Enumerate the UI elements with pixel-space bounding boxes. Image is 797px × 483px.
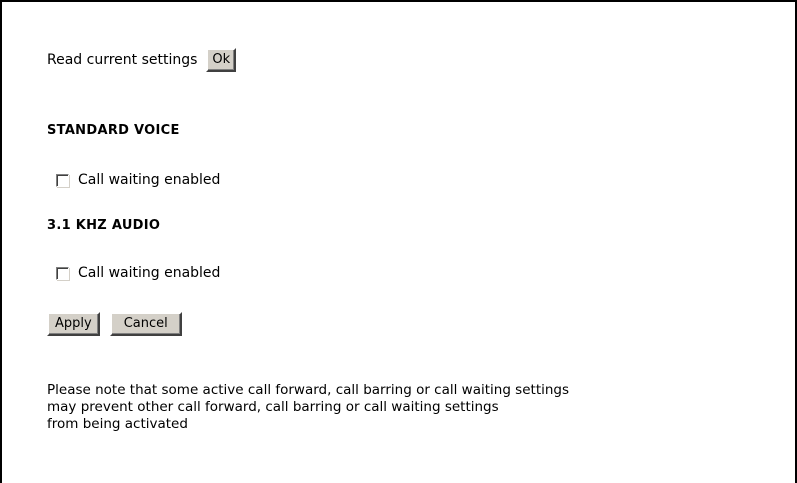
read-settings-row: Read current settings Ok <box>47 48 237 72</box>
standard-voice-call-waiting-row: Call waiting enabled <box>47 172 220 188</box>
apply-button[interactable]: Apply <box>47 312 100 336</box>
cancel-button[interactable]: Cancel <box>109 312 182 336</box>
ok-button[interactable]: Ok <box>206 48 237 72</box>
note-line: from being activated <box>47 416 188 432</box>
settings-note: Please note that some active call forwar… <box>47 382 787 433</box>
read-settings-label: Read current settings <box>47 52 198 68</box>
khz-audio-call-waiting-row: Call waiting enabled <box>47 265 220 281</box>
standard-voice-call-waiting-label: Call waiting enabled <box>78 172 221 188</box>
standard-voice-call-waiting-checkbox[interactable] <box>56 173 69 187</box>
settings-panel: Read current settings Ok STANDARD VOICE … <box>0 0 797 483</box>
note-line: may prevent other call forward, call bar… <box>47 399 499 415</box>
note-line: Please note that some active call forwar… <box>47 382 570 398</box>
action-buttons-row: Apply Cancel <box>47 312 182 336</box>
khz-audio-call-waiting-checkbox[interactable] <box>56 266 69 280</box>
standard-voice-heading: STANDARD VOICE <box>47 123 180 138</box>
khz-audio-heading: 3.1 KHZ AUDIO <box>47 218 161 233</box>
khz-audio-call-waiting-label: Call waiting enabled <box>78 265 221 281</box>
